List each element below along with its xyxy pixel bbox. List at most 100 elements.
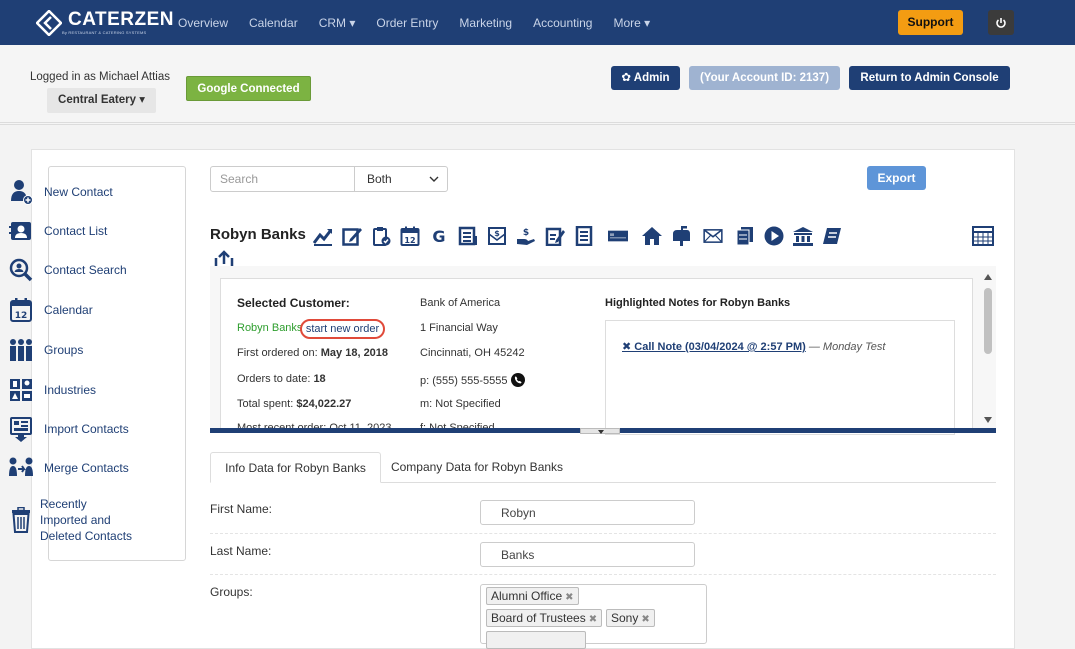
customer-name-link[interactable]: Robyn Banks [237, 322, 302, 334]
sidebar-item-label: Calendar [44, 303, 93, 317]
return-admin-console-button[interactable]: Return to Admin Console [849, 66, 1010, 90]
bank-icon[interactable] [792, 225, 814, 247]
mailbox-icon[interactable] [670, 225, 692, 247]
nav-crm[interactable]: CRM ▾ [319, 16, 356, 30]
phone-icon[interactable] [510, 373, 525, 387]
tab-info-data[interactable]: Info Data for Robyn Banks [210, 452, 381, 483]
svg-text:12: 12 [404, 236, 415, 245]
home-icon[interactable] [641, 225, 663, 247]
sidebar-item-label: New Contact [44, 185, 113, 199]
call-note-description: — Monday Test [805, 341, 886, 353]
google-icon[interactable]: G [428, 225, 450, 247]
group-tag[interactable]: Board of Trustees ✖ [486, 609, 603, 627]
sidebar-item-calendar[interactable]: 12 Calendar [8, 297, 134, 323]
svg-text:G: G [432, 227, 445, 246]
first-ordered-label: First ordered on: [237, 347, 318, 359]
payment-hand-icon[interactable]: $ [515, 225, 537, 247]
highlighted-notes-title: Highlighted Notes for Robyn Banks [605, 297, 791, 309]
sidebar-item-contact-list[interactable]: Contact List [8, 218, 134, 244]
add-user-icon [8, 179, 34, 205]
nav-order-entry[interactable]: Order Entry [376, 16, 438, 30]
document-icon[interactable] [573, 225, 595, 247]
nav-calendar[interactable]: Calendar [249, 16, 298, 30]
orders-row: Orders to date: 18 [237, 373, 326, 385]
customer-phone: p: (555) 555-5555 [420, 375, 508, 387]
logout-button[interactable] [988, 10, 1014, 35]
highlighted-notes-box [605, 320, 955, 435]
panel-resize-handle[interactable] [580, 428, 620, 434]
first-name-label: First Name: [210, 502, 273, 516]
sidebar-item-label: Groups [44, 343, 84, 357]
export-button[interactable]: Export [867, 166, 926, 190]
nav-marketing[interactable]: Marketing [459, 16, 512, 30]
selected-customer-label: Selected Customer: [237, 296, 350, 310]
company-dropdown[interactable]: Central Eatery ▾ [47, 88, 156, 113]
book-icon[interactable] [821, 225, 843, 247]
first-ordered-value: May 18, 2018 [320, 347, 389, 359]
scroll-down-icon[interactable] [983, 416, 993, 424]
sidebar-item-label: Contact List [44, 224, 108, 238]
search-input[interactable]: Search [210, 166, 355, 192]
google-connected-button[interactable]: Google Connected [186, 76, 311, 101]
sidebar-item-import-contacts[interactable]: Import Contacts [8, 416, 134, 442]
first-name-field[interactable]: Robyn [480, 500, 695, 525]
nav-overview[interactable]: Overview [178, 16, 228, 30]
search-person-icon [8, 257, 34, 283]
play-icon[interactable] [763, 225, 785, 247]
start-new-order-link[interactable]: start new order [300, 319, 385, 339]
edit-icon[interactable] [341, 225, 363, 247]
scroll-thumb[interactable] [984, 288, 992, 354]
total-spent-label: Total spent: [237, 398, 294, 410]
table-grid-icon[interactable] [972, 226, 994, 246]
sidebar-item-label: Industries [44, 383, 97, 397]
customer-mobile: m: Not Specified [420, 398, 501, 410]
call-note-link[interactable]: ✖ Call Note (03/04/2024 @ 2:57 PM) [622, 341, 806, 353]
invoice-dollar-icon[interactable]: $ [486, 225, 508, 247]
chart-trend-icon[interactable] [312, 225, 334, 247]
sidebar-item-contact-search[interactable]: Contact Search [8, 257, 134, 283]
search-scope-select[interactable]: Both [354, 166, 448, 192]
envelope-icon[interactable] [699, 225, 727, 247]
trash-icon [8, 507, 34, 533]
ledger-icon[interactable] [457, 225, 479, 247]
last-name-field[interactable]: Banks [480, 542, 695, 567]
credit-card-icon[interactable] [602, 225, 634, 247]
remove-tag-icon[interactable]: ✖ [641, 614, 649, 625]
nav-accounting[interactable]: Accounting [533, 16, 592, 30]
scroll-up-icon[interactable] [983, 273, 993, 281]
contact-card-icon [8, 218, 34, 244]
first-ordered-row: First ordered on: May 18, 2018 [237, 347, 388, 359]
sidebar-item-recently-imported-deleted[interactable]: Recently Imported and Deleted Contacts [8, 496, 134, 544]
calendar-12-icon[interactable]: 12 [399, 225, 421, 247]
tab-company-data[interactable]: Company Data for Robyn Banks [381, 452, 573, 483]
support-button[interactable]: Support [898, 10, 963, 35]
remove-tag-icon[interactable]: ✖ [565, 592, 573, 603]
copy-docs-icon[interactable] [734, 225, 756, 247]
group-icon [8, 337, 34, 363]
sidebar-item-new-contact[interactable]: New Contact [8, 179, 134, 205]
nav-more[interactable]: More ▾ [613, 16, 650, 30]
sidebar-item-groups[interactable]: Groups [8, 337, 134, 363]
order-form-icon[interactable] [544, 225, 566, 247]
sidebar-item-merge-contacts[interactable]: Merge Contacts [8, 455, 134, 481]
search-scope-value: Both [367, 172, 392, 186]
group-tag[interactable]: Alumni Office ✖ [486, 587, 579, 605]
customer-name-heading: Robyn Banks [210, 226, 306, 243]
last-name-label: Last Name: [210, 544, 272, 558]
admin-button[interactable]: ✿ Admin [611, 66, 680, 90]
caterzen-logo[interactable]: CATERZEN By RESTAURANT & CATERING SYSTEM… [36, 8, 174, 38]
summary-scrollbar[interactable] [981, 271, 995, 428]
merge-icon [8, 455, 34, 481]
form-divider [210, 574, 996, 575]
brand-name: CATERZEN [68, 9, 175, 30]
sidebar-item-industries[interactable]: Industries [8, 377, 134, 403]
form-divider [210, 533, 996, 534]
group-tag-partial[interactable] [486, 631, 586, 649]
sidebar-item-label: Merge Contacts [44, 461, 129, 475]
top-navbar: CATERZEN By RESTAURANT & CATERING SYSTEM… [0, 0, 1075, 45]
diamond-logo-icon [36, 10, 62, 36]
customer-address: 1 Financial Way [420, 322, 498, 334]
remove-tag-icon[interactable]: ✖ [589, 614, 597, 625]
clipboard-check-icon[interactable] [370, 225, 392, 247]
group-tag[interactable]: Sony ✖ [606, 609, 655, 627]
